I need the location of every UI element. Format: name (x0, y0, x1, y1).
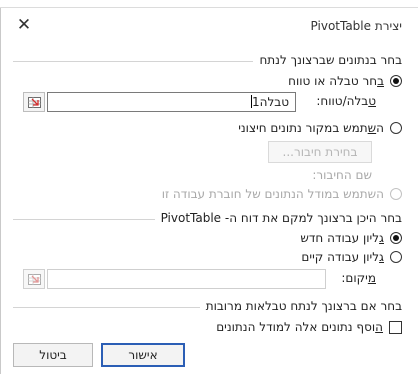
new-worksheet-label: גליון עבודה חדש (300, 231, 384, 245)
existing-worksheet-option[interactable]: גליון עבודה קיים (301, 249, 402, 265)
new-worksheet-option[interactable]: גליון עבודה חדש (300, 230, 402, 246)
data-source-heading: בחר בנתונים שברצונך לנתח (253, 53, 402, 67)
external-source-label: השתמש במקור נתונים חיצוני (238, 121, 384, 135)
add-to-data-model-checkbox[interactable] (389, 320, 402, 334)
mnemonic-char: ג (379, 250, 384, 264)
mnemonic-char: ב (377, 74, 384, 88)
location-row: מיקום: (23, 269, 402, 289)
create-pivottable-dialog: יצירת PivotTable ✕ בחר בנתונים שברצונך ל… (0, 8, 418, 374)
existing-worksheet-radio[interactable] (390, 251, 402, 263)
range-grid-glyph (28, 97, 41, 108)
connection-name-label: שם החיבור: (312, 168, 372, 182)
mnemonic-char: ש (367, 121, 377, 135)
select-table-label: בחר טבלה או טווח (288, 74, 384, 88)
table-range-text: טבלה1 (251, 95, 289, 109)
dialog-title: יצירת PivotTable (310, 19, 402, 33)
table-range-input[interactable]: טבלה1 (47, 92, 296, 112)
dialog-titlebar: יצירת PivotTable ✕ (1, 8, 418, 42)
label-text: ליון עבודה חדש (300, 231, 380, 245)
existing-worksheet-label: גליון עבודה קיים (301, 250, 384, 264)
label-text: ליון עבודה קיים (301, 250, 380, 264)
external-source-radio[interactable] (390, 122, 402, 134)
data-model-label: השתמש במודל הנתונים של חוברת עבודה זו (161, 187, 384, 201)
mnemonic-char: מ (367, 271, 376, 285)
label-text: וסף נתונים אלה למודל הנתונים (216, 320, 376, 334)
range-select-icon[interactable] (23, 269, 45, 289)
label-text: ה (376, 121, 384, 135)
multiple-tables-section: בחר אם ברצונך לנתח טבלאות מרובות (13, 299, 402, 315)
location-section: בחר היכן ברצונך למקם את דוח ה- PivotTabl… (13, 211, 402, 227)
range-grid-glyph (28, 274, 41, 285)
select-table-radio[interactable] (390, 75, 402, 87)
mnemonic-char: ט (368, 94, 376, 108)
cancel-button[interactable]: ביטול (13, 343, 93, 367)
table-range-label: טבלה/טווח: (316, 94, 376, 108)
label-text: יקום: (341, 271, 368, 285)
data-model-radio[interactable] (390, 188, 402, 200)
location-input[interactable] (47, 269, 326, 289)
new-worksheet-radio[interactable] (390, 232, 402, 244)
use-data-model-option[interactable]: השתמש במודל הנתונים של חוברת עבודה זו (162, 186, 402, 202)
range-select-icon[interactable] (23, 92, 45, 112)
select-table-or-range-option[interactable]: בחר טבלה או טווח (288, 73, 402, 89)
add-to-data-model-label: הוסף נתונים אלה למודל הנתונים (216, 320, 383, 334)
mnemonic-char: ג (379, 231, 384, 245)
table-range-value: טבלה1 (250, 95, 289, 109)
background-window-strip (0, 0, 418, 8)
close-icon[interactable]: ✕ (13, 14, 35, 36)
use-external-source-option[interactable]: השתמש במקור נתונים חיצוני (238, 120, 402, 136)
choose-connection-button[interactable]: בחירת חיבור... (268, 141, 372, 163)
label-text: חר טבלה או טווח (288, 74, 378, 88)
table-range-row: טבלה/טווח: טבלה1 (23, 92, 402, 112)
add-to-data-model-option[interactable]: הוסף נתונים אלה למודל הנתונים (216, 319, 402, 335)
label-text: בלה/טווח: (316, 94, 369, 108)
location-heading: בחר היכן ברצונך למקם את דוח ה- PivotTabl… (154, 211, 402, 225)
ok-button[interactable]: אישור (101, 343, 185, 367)
location-label: מיקום: (341, 271, 376, 285)
data-source-section: בחר בנתונים שברצונך לנתח (13, 53, 402, 69)
label-text: תמש במקור נתונים חיצוני (238, 121, 368, 135)
multiple-tables-heading: בחר אם ברצונך לנתח טבלאות מרובות (199, 299, 402, 313)
mnemonic-char: ה (375, 320, 383, 334)
